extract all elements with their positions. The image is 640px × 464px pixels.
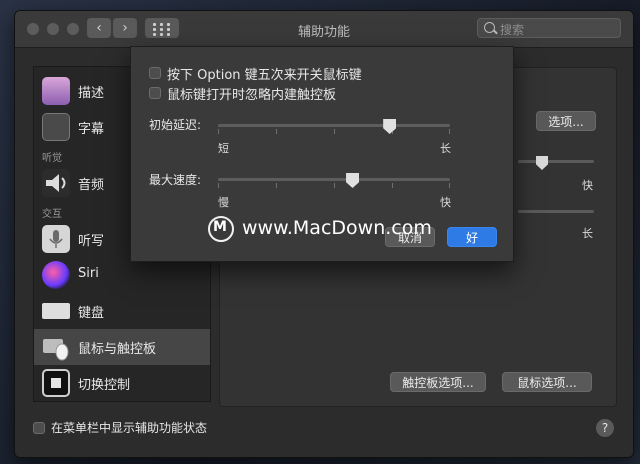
trackpad-options-button[interactable]: 触控板选项... <box>390 372 486 392</box>
section-header-hearing: 听觉 <box>42 153 62 164</box>
sidebar-item-label: 听写 <box>78 234 105 249</box>
option-key-toggle-checkbox[interactable] <box>149 67 161 79</box>
initial-delay-knob[interactable] <box>383 119 397 134</box>
section-header-interaction: 交互 <box>42 209 62 220</box>
ignore-trackpad-checkbox[interactable] <box>149 87 161 99</box>
sidebar-item-label: 字幕 <box>78 122 105 137</box>
initial-delay-min-label: 短 <box>218 142 229 155</box>
options-button[interactable]: 选项... <box>536 111 596 131</box>
help-button[interactable]: ? <box>596 419 614 437</box>
double-click-speed-slider[interactable] <box>518 160 594 163</box>
spring-loading-delay-slider[interactable] <box>518 210 594 213</box>
sidebar-item-switch-control[interactable]: 切换控制 <box>34 365 210 401</box>
max-speed-min-label: 慢 <box>218 196 229 209</box>
watermark-text: www.MacDown.com <box>242 217 432 239</box>
sidebar-item-siri[interactable]: Siri <box>34 257 210 293</box>
double-click-speed-knob[interactable] <box>536 156 548 170</box>
option-key-toggle-label: 按下 Option 键五次来开关鼠标键 <box>167 68 362 83</box>
initial-delay-label: 初始延迟: <box>149 118 202 132</box>
max-speed-knob[interactable] <box>346 173 360 188</box>
ignore-trackpad-label: 鼠标键打开时忽略内建触控板 <box>167 88 337 103</box>
speaker-icon <box>42 169 70 197</box>
display-description-icon <box>42 77 70 105</box>
initial-delay-max-label: 长 <box>440 142 451 155</box>
macdown-logo-icon <box>208 216 234 242</box>
microphone-icon <box>42 225 70 253</box>
ok-button[interactable]: 好 <box>447 227 497 247</box>
title-bar: ‹ › 辅助功能 搜索 <box>15 11 633 48</box>
search-icon <box>484 22 495 33</box>
search-placeholder: 搜索 <box>500 23 525 37</box>
mouse-options-button[interactable]: 鼠标选项... <box>502 372 592 392</box>
max-speed-label: 最大速度: <box>149 173 202 187</box>
mouse-trackpad-icon <box>42 333 70 361</box>
search-input[interactable]: 搜索 <box>477 18 621 38</box>
max-speed-max-label: 快 <box>440 196 451 209</box>
slider1-max-label: 快 <box>582 179 593 192</box>
sidebar-item-label: Siri <box>78 266 99 281</box>
sidebar-item-label: 描述 <box>78 86 105 101</box>
siri-icon <box>42 261 70 289</box>
show-status-checkbox[interactable] <box>33 422 45 434</box>
sidebar-item-label: 切换控制 <box>78 378 131 393</box>
sidebar-item-label: 鼠标与触控板 <box>78 342 157 357</box>
slider2-max-label: 长 <box>582 227 593 240</box>
switch-control-icon <box>42 369 70 397</box>
show-status-label: 在菜单栏中显示辅助功能状态 <box>51 421 208 435</box>
max-speed-slider[interactable] <box>218 178 450 181</box>
captions-icon <box>42 113 70 141</box>
sidebar-item-label: 键盘 <box>78 306 105 321</box>
keyboard-icon <box>42 303 70 319</box>
sidebar-item-keyboard[interactable]: 键盘 <box>34 293 210 329</box>
sidebar-item-label: 音频 <box>78 178 105 193</box>
sidebar-item-mouse-trackpad[interactable]: 鼠标与触控板 <box>34 329 210 365</box>
initial-delay-slider[interactable] <box>218 124 450 127</box>
